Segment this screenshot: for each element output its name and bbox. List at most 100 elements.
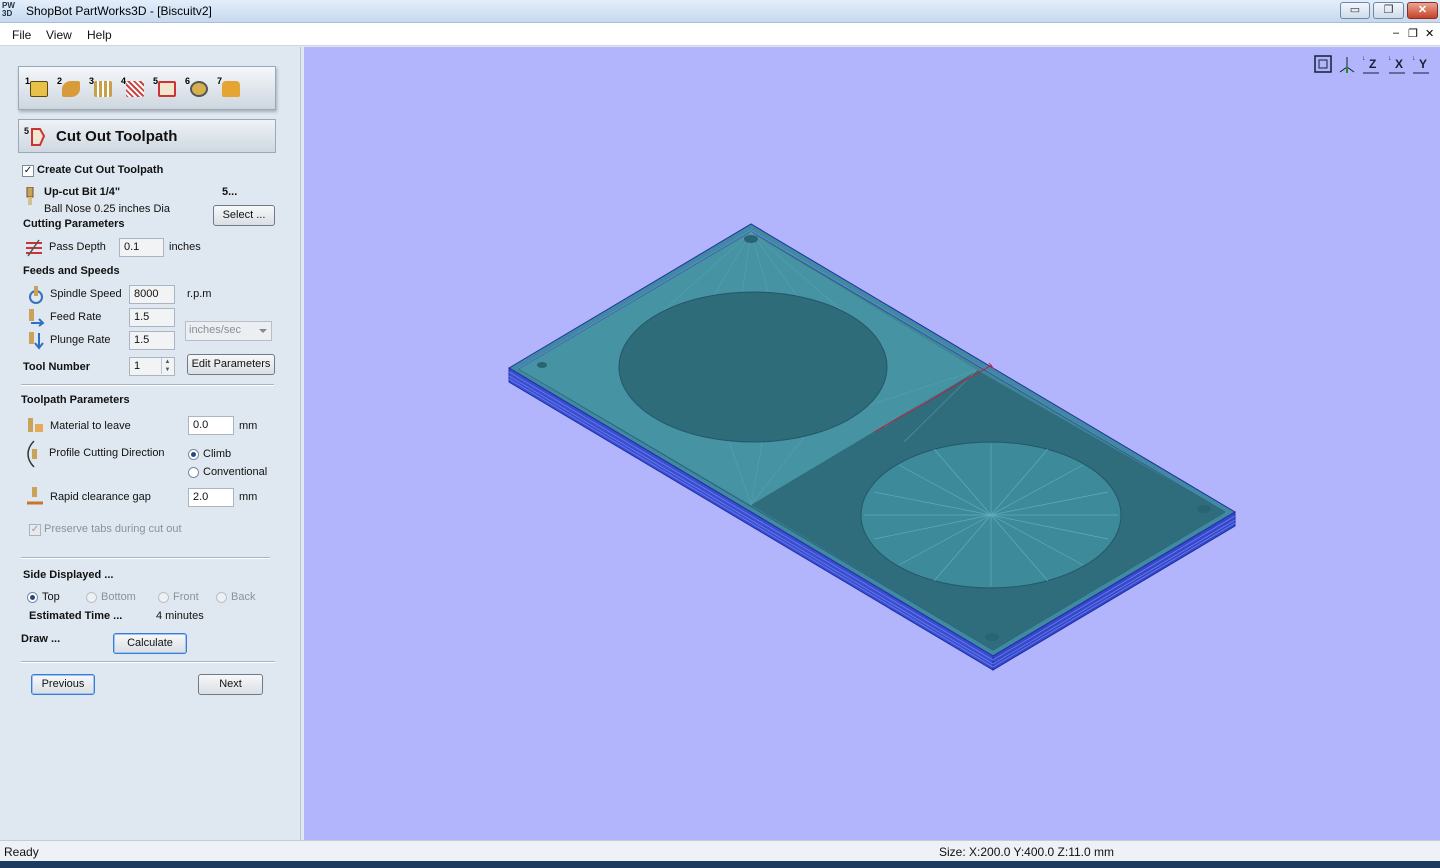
plunge-rate-input[interactable]: 1.5 [129,331,175,350]
spindle-speed-input[interactable]: 8000 [129,285,175,304]
toolpath-parameters-heading: Toolpath Parameters [21,394,130,406]
close-button[interactable]: ✕ [1407,2,1438,19]
tool-bit-icon [24,186,36,207]
model-size-readout: Size: X:200.0 Y:400.0 Z:11.0 mm [939,845,1114,859]
create-toolpath-checkbox[interactable]: ✓ [22,165,34,177]
step-6-button[interactable]: 6 [185,76,211,101]
draw-label: Draw ... [21,633,61,645]
spin-up-icon[interactable]: ▲ [161,358,173,366]
estimated-time-value: 4 minutes [156,610,204,622]
3d-viewport[interactable]: ↓ Z ↓ X ↓ Y [304,47,1440,840]
material-to-leave-input[interactable]: 0.0 [188,416,234,435]
tool-name: Up-cut Bit 1/4" [44,186,121,198]
material-to-leave-label: Material to leave [50,420,131,432]
spindle-speed-unit: r.p.m [187,288,212,300]
title-bar: PW 3D ShopBot PartWorks3D - [Biscuitv2] ▭… [0,0,1440,23]
side-front-label: Front [173,591,199,603]
step-1-button[interactable]: 1 [25,76,51,101]
rapid-clearance-input[interactable]: 2.0 [188,488,234,507]
divider [21,557,270,559]
side-bottom-label: Bottom [101,591,136,603]
os-taskbar [0,861,1440,868]
mdi-restore-button[interactable]: ❐ [1408,27,1418,40]
tool-number-spinner[interactable]: 1 ▲ ▼ [129,357,175,376]
spin-down-icon[interactable]: ▼ [161,366,173,374]
side-bottom-radio[interactable] [86,592,97,603]
previous-button[interactable]: Previous [31,674,95,695]
spindle-speed-label: Spindle Speed [50,288,122,300]
side-back-radio[interactable] [216,592,227,603]
estimated-time-label: Estimated Time ... [29,610,123,622]
edit-parameters-button[interactable]: Edit Parameters [187,354,275,375]
menu-help[interactable]: Help [87,28,112,42]
status-text: Ready [4,845,39,859]
tool-number-short: 5... [222,186,238,198]
step-4-button[interactable]: 4 [121,76,147,101]
menu-file[interactable]: File [12,28,31,42]
save-toolpath-icon [222,81,240,97]
status-bar: Ready Size: X:200.0 Y:400.0 Z:11.0 mm [0,840,1440,861]
create-toolpath-label: Create Cut Out Toolpath [37,164,164,176]
toolpath-panel: 1 2 3 4 5 6 7 5 Cut Out Toolpath ✓ Creat… [0,47,301,840]
feed-rate-label: Feed Rate [50,311,102,323]
plunge-rate-icon [27,332,45,350]
climb-radio[interactable] [188,449,199,460]
divider [21,661,275,663]
step-2-button[interactable]: 2 [57,76,83,101]
cube-icon [30,81,48,97]
mdi-minimize-button[interactable]: – [1393,27,1399,39]
side-back-label: Back [231,591,256,603]
calculate-button[interactable]: Calculate [113,633,187,654]
divider [21,384,274,386]
step-7-button[interactable]: 7 [217,76,243,101]
rapid-clearance-icon [26,487,44,505]
cutout-icon [158,81,176,97]
cutout-icon: 5 [24,126,46,148]
roughing-icon [94,81,112,97]
pass-depth-input[interactable]: 0.1 [119,238,164,257]
side-top-label: Top [42,591,60,603]
menu-bar: File View Help – ❐ ✕ [0,23,1440,46]
step-toolbar: 1 2 3 4 5 6 7 [18,66,276,110]
preview-icon [190,81,208,97]
cutting-direction-label: Profile Cutting Direction [49,447,165,459]
material-to-leave-icon [26,416,44,434]
feed-rate-input[interactable]: 1.5 [129,308,175,327]
side-displayed-heading: Side Displayed ... [23,569,114,581]
preserve-tabs-checkbox[interactable]: ✓ [29,524,41,536]
chevron-down-icon [259,329,267,333]
menu-view[interactable]: View [46,28,72,42]
feed-rate-icon [27,309,45,327]
rapid-clearance-label: Rapid clearance gap [50,491,151,503]
preserve-tabs-label: Preserve tabs during cut out [44,523,182,535]
conventional-radio[interactable] [188,467,199,478]
mdi-close-button[interactable]: ✕ [1425,27,1434,40]
cutting-parameters-heading: Cutting Parameters [23,218,125,230]
select-tool-button[interactable]: Select ... [213,205,275,226]
minimize-button[interactable]: ▭ [1340,2,1370,19]
step-5-button[interactable]: 5 [153,76,179,101]
pass-depth-label: Pass Depth [49,241,106,253]
rapid-clearance-unit: mm [239,491,258,503]
tool-number-label: Tool Number [23,361,91,373]
feeds-speeds-heading: Feeds and Speeds [23,265,120,277]
rate-units-select[interactable]: inches/sec [185,321,272,341]
side-front-radio[interactable] [158,592,169,603]
material-to-leave-unit: mm [239,420,258,432]
finishing-icon [126,81,144,97]
plunge-rate-label: Plunge Rate [50,334,111,346]
conventional-label: Conventional [203,466,268,478]
tool-description: Ball Nose 0.25 inches Dia [44,203,170,215]
cutting-direction-icon [26,439,42,469]
next-button[interactable]: Next [198,674,263,695]
step-3-button[interactable]: 3 [89,76,115,101]
side-top-radio[interactable] [27,592,38,603]
panel-title: Cut Out Toolpath [56,128,178,145]
window-title: ShopBot PartWorks3D - [Biscuitv2] [26,4,212,18]
maximize-button[interactable]: ❐ [1373,2,1404,19]
climb-label: Climb [203,448,232,460]
pass-depth-icon [25,239,43,257]
app-logo-icon: PW 3D [2,1,15,18]
part-model [508,223,1236,671]
spindle-speed-icon [27,286,45,304]
